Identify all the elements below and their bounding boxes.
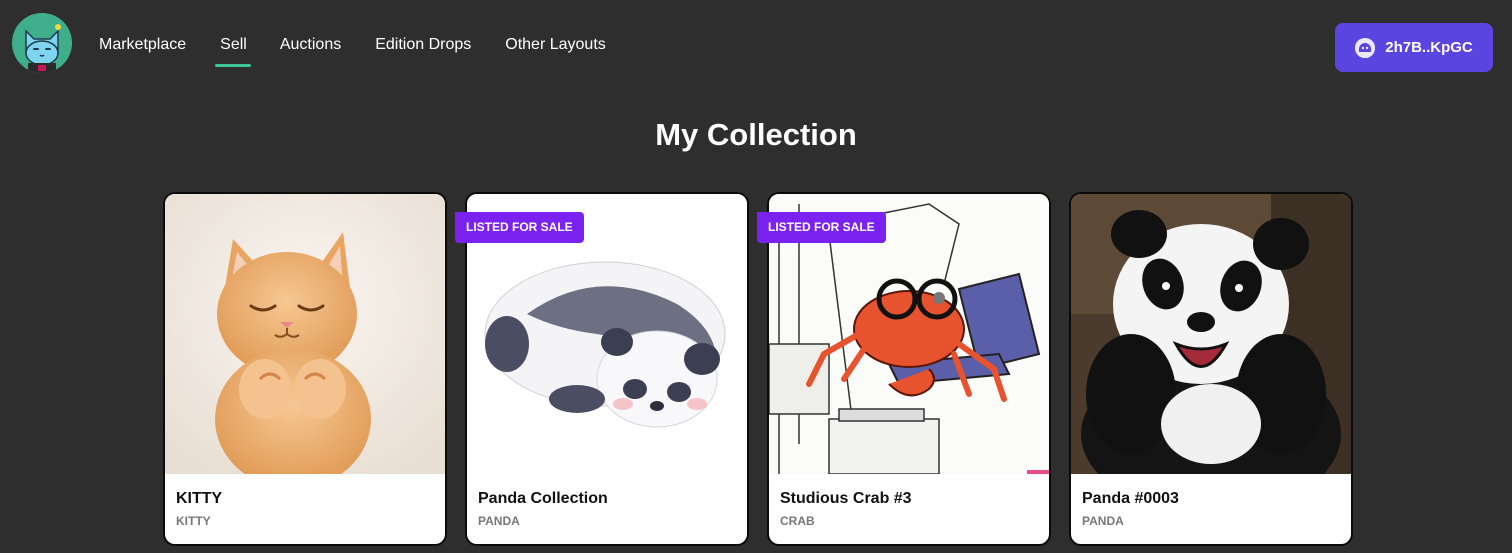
wallet-address: 2h7B..KpGC [1385,39,1473,56]
nft-card[interactable]: Panda Collection PANDA [465,192,749,546]
main-nav: Marketplace Sell Auctions Edition Drops … [99,35,606,67]
wallet-button[interactable]: 2h7B..KpGC [1335,23,1493,72]
nav-other-layouts[interactable]: Other Layouts [505,35,606,55]
listed-for-sale-badge: LISTED FOR SALE [455,212,584,243]
listed-for-sale-badge: LISTED FOR SALE [757,212,886,243]
nft-card[interactable]: KITTY KITTY [163,192,447,546]
cat-avatar-logo[interactable] [12,13,72,73]
orange-kitten-image [165,194,445,474]
card-title: Panda Collection [478,490,608,507]
card-collection: PANDA [1082,514,1124,528]
card-collection: PANDA [478,514,520,528]
card-collection: CRAB [780,514,815,528]
card-title: Studious Crab #3 [780,490,912,507]
card-collection: KITTY [176,514,211,528]
nav-marketplace[interactable]: Marketplace [99,35,186,55]
nft-card[interactable]: Studious Crab #3 CRAB [767,192,1051,546]
nft-card[interactable]: Panda #0003 PANDA [1069,192,1353,546]
card-title: Panda #0003 [1082,490,1179,507]
happy-panda-photo [1071,194,1351,474]
nav-sell[interactable]: Sell [215,35,251,67]
nav-edition-drops[interactable]: Edition Drops [375,35,471,55]
phantom-ghost-icon [1355,37,1376,58]
nav-auctions[interactable]: Auctions [280,35,341,55]
top-navbar: Marketplace Sell Auctions Edition Drops … [0,0,1512,90]
page-title: My Collection [655,117,857,152]
card-title: KITTY [176,490,223,507]
